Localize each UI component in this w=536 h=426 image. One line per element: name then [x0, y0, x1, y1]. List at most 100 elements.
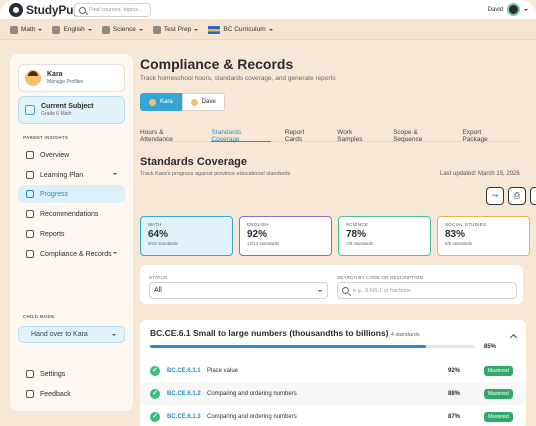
nav-curriculum[interactable]: BC Curriculum	[208, 25, 273, 34]
group-progress-label: 85%	[484, 344, 497, 350]
standard-code[interactable]: BC.CE.6.1.1	[167, 368, 201, 374]
student-switcher: Kara Dave	[140, 93, 225, 111]
table-row[interactable]: ✓ BC.CE.6.1.1 Place value 92% Mastered	[140, 360, 526, 382]
logo[interactable]: StudyPug	[9, 3, 81, 17]
chevron-down-icon	[138, 28, 143, 31]
status-badge: Mastered	[484, 412, 513, 422]
math-icon	[10, 25, 18, 34]
parent-insights-heading: PARENT INSIGHTS	[23, 135, 69, 140]
sidebar-item-reports[interactable]: Reports	[18, 225, 125, 243]
standard-code[interactable]: BC.CE.6.1.2	[167, 391, 201, 397]
sidebar-item-feedback[interactable]: Feedback	[18, 385, 125, 403]
filters-panel: STATUS All SEARCH BY CODE OR DESCRIPTION…	[140, 265, 523, 304]
print-icon: ⎙	[513, 191, 521, 200]
tab-hours[interactable]: Hours & Attendance	[140, 126, 197, 143]
sidebar-item-learning-plan[interactable]: Learning Plan	[18, 166, 125, 184]
test-prep-icon	[152, 25, 161, 34]
nav-label: BC Curriculum	[223, 26, 266, 33]
status-select[interactable]: All	[149, 282, 328, 299]
subject-nav: Math English Science Test Prep BC Curric…	[0, 20, 536, 40]
card-sub: 12/13 standards	[247, 241, 280, 246]
share-icon: ⤳	[491, 191, 499, 200]
coverage-card-social-studies[interactable]: SOCIAL STUDIES 83% 5/6 standards	[437, 216, 530, 256]
chevron-down-icon	[194, 28, 199, 31]
recommendations-icon	[26, 210, 34, 218]
app-frame: StudyPug Find courses, topics... David M…	[0, 0, 536, 426]
standards-group: BC.CE.6.1 Small to large numbers (thousa…	[140, 320, 526, 426]
download-button[interactable]: ⤓	[530, 187, 536, 205]
tab-standards-coverage[interactable]: Standards Coverage	[211, 126, 271, 143]
tab-export-package[interactable]: Export Package	[462, 126, 508, 143]
nav-english[interactable]: English	[52, 25, 92, 34]
hand-over-label: Hand over to Kara	[31, 331, 88, 338]
nav-science[interactable]: Science	[101, 25, 143, 34]
english-icon	[52, 25, 61, 34]
table-row[interactable]: ✓ BC.CE.6.1.2 Comparing and ordering num…	[140, 383, 526, 405]
sidebar-item-progress[interactable]: Progress	[18, 185, 125, 203]
avatar	[149, 98, 156, 106]
nav-label: Test Prep	[163, 26, 192, 33]
section-actions: ⤳ ⎙ ⤓	[486, 187, 536, 205]
page-title: Compliance & Records	[140, 56, 294, 72]
card-label: MATH	[148, 222, 162, 227]
sidebar-item-overview[interactable]: Overview	[18, 146, 125, 164]
chevron-down-icon	[38, 28, 43, 31]
progress-icon	[26, 190, 34, 198]
status-value: All	[154, 287, 162, 294]
share-button[interactable]: ⤳	[486, 187, 504, 205]
nav-math[interactable]: Math	[10, 25, 43, 34]
avatar	[507, 3, 520, 16]
student-tab-dave[interactable]: Dave	[181, 93, 225, 111]
top-bar: StudyPug Find courses, topics... David	[0, 0, 536, 20]
hand-over-button[interactable]: Hand over to Kara	[18, 326, 125, 343]
standards-group-header[interactable]: BC.CE.6.1 Small to large numbers (thousa…	[150, 328, 420, 338]
card-sub: 9/19 standards	[148, 241, 178, 246]
science-icon	[101, 25, 110, 34]
group-progress-bar	[150, 345, 475, 348]
avatar	[25, 70, 41, 86]
card-label: SOCIAL STUDIES	[445, 222, 487, 227]
search-input[interactable]: Find courses, topics...	[74, 3, 151, 17]
tab-work-samples[interactable]: Work Samples	[337, 126, 379, 143]
status-label: STATUS	[149, 275, 168, 280]
logo-text: StudyPug	[26, 3, 81, 17]
coverage-cards: MATH 64% 9/19 standards ENGLISH 92% 12/1…	[140, 216, 530, 256]
standard-desc: Place value	[207, 368, 239, 374]
user-menu[interactable]: David	[488, 3, 528, 16]
status-badge: Mastered	[484, 366, 513, 376]
profile-switcher[interactable]: Kara Manage Profiles	[18, 64, 125, 92]
nav-test-prep[interactable]: Test Prep	[152, 25, 199, 34]
main-content: Compliance & Records Track homeschool ho…	[140, 40, 536, 426]
group-progress-fill	[150, 345, 427, 348]
profile-sub: Manage Profiles	[47, 79, 84, 85]
tab-scope-sequence[interactable]: Scope & Sequence	[393, 126, 448, 143]
status-badge: Mastered	[484, 389, 513, 399]
student-tab-kara[interactable]: Kara	[140, 93, 182, 111]
tab-report-cards[interactable]: Report Cards	[285, 126, 323, 143]
avatar	[190, 98, 198, 106]
check-icon: ✓	[150, 389, 160, 399]
standard-pct: 87%	[448, 414, 461, 420]
bc-flag-icon	[208, 25, 221, 34]
print-button[interactable]: ⎙	[508, 187, 526, 205]
student-name: Kara	[160, 99, 173, 105]
current-subject[interactable]: Current Subject Grade 6 Math	[18, 96, 125, 124]
sidebar-item-settings[interactable]: Settings	[18, 365, 125, 383]
coverage-card-english[interactable]: ENGLISH 92% 12/13 standards	[239, 216, 332, 256]
table-row[interactable]: ✓ BC.CE.6.1.3 Comparing and ordering num…	[140, 406, 526, 426]
standard-desc: Comparing and ordering numbers	[207, 414, 297, 420]
chevron-down-icon	[87, 28, 92, 31]
standard-pct: 88%	[448, 391, 461, 397]
coverage-card-science[interactable]: SCIENCE 78% 7/9 standards	[338, 216, 431, 256]
chevron-down-icon	[113, 252, 117, 254]
search-label: SEARCH BY CODE OR DESCRIPTION	[337, 275, 423, 280]
sidebar-item-recommendations[interactable]: Recommendations	[18, 205, 125, 223]
standards-search-input[interactable]: e.g., 6.NS.1 or fractions	[337, 282, 517, 299]
sidebar-item-compliance[interactable]: Compliance & Records	[18, 245, 125, 263]
coverage-card-math[interactable]: MATH 64% 9/19 standards	[140, 216, 233, 256]
card-value: 83%	[445, 229, 466, 240]
chevron-up-icon[interactable]	[509, 333, 518, 342]
standard-code[interactable]: BC.CE.6.1.3	[167, 414, 201, 420]
studypug-logo-icon	[9, 3, 23, 17]
sidebar-item-label: Learning Plan	[40, 171, 84, 179]
